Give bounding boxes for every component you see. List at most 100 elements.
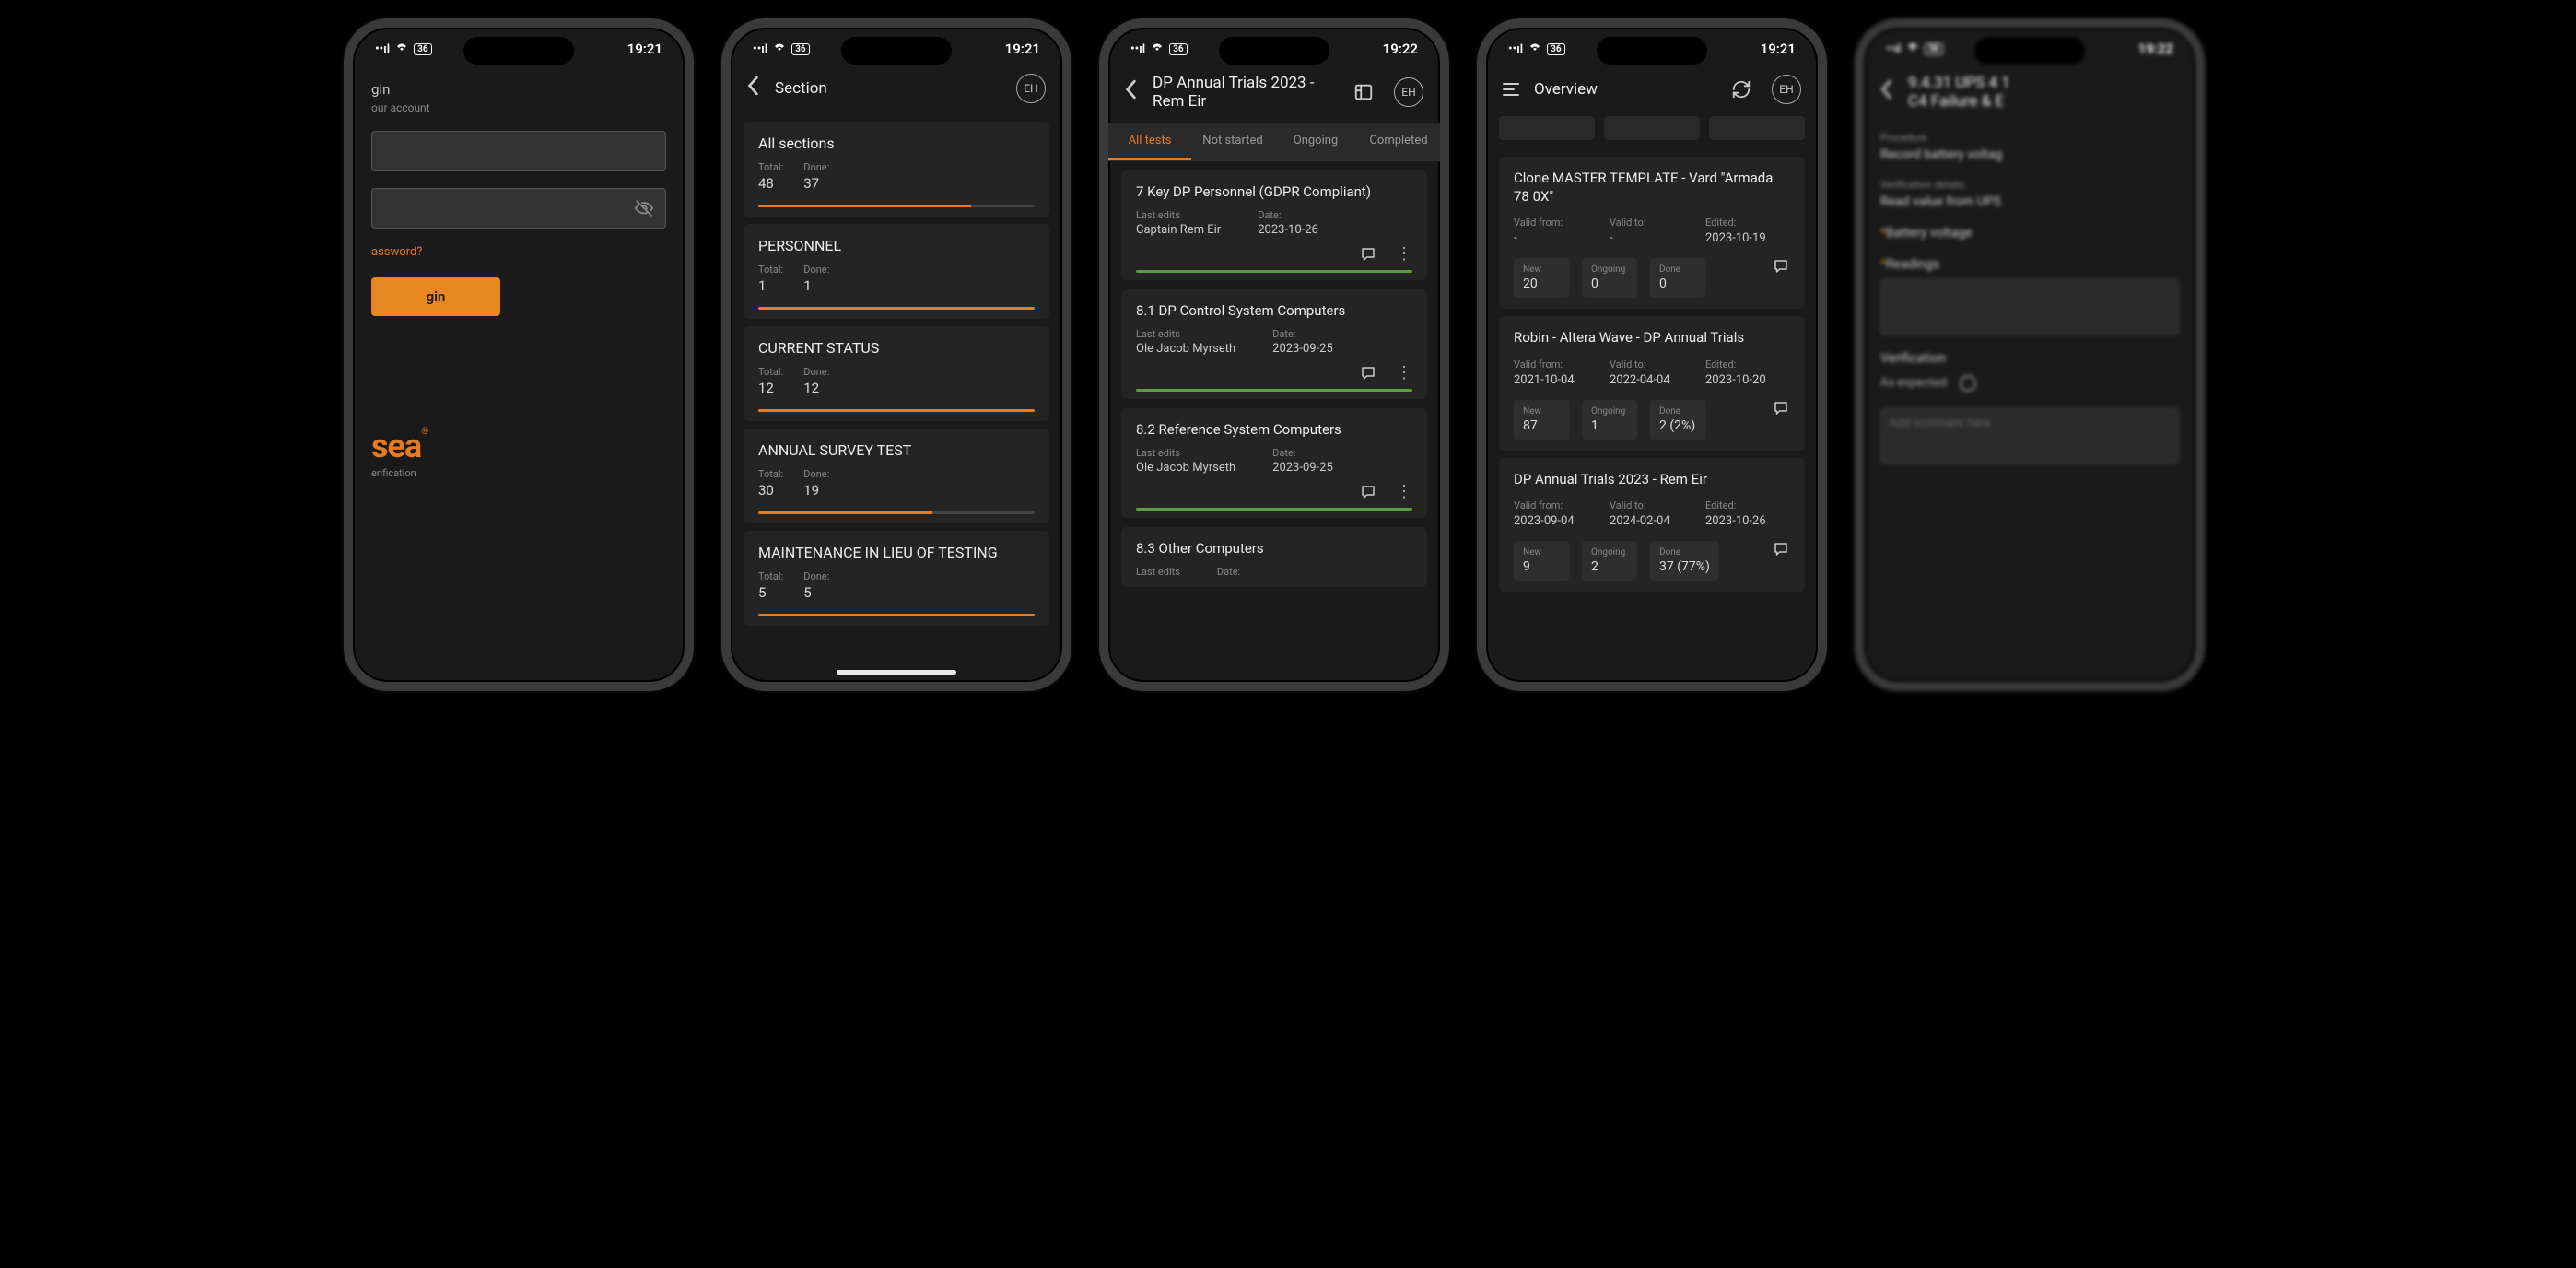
total-label: Total: — [758, 366, 783, 378]
edited-label: Edited: — [1705, 499, 1779, 511]
total-value: 30 — [758, 482, 783, 499]
phone-tests: ••ıl 36 19:22 DP Annual Trials 2023 - Re… — [1099, 18, 1449, 691]
last-edits-value: Captain Rem Eir — [1136, 223, 1221, 237]
password-field[interactable] — [371, 188, 666, 229]
more-icon[interactable]: ⋮ — [1396, 252, 1412, 256]
section-card[interactable]: MAINTENANCE IN LIEU OF TESTING Total:5 D… — [744, 531, 1049, 626]
more-icon[interactable]: ⋮ — [1396, 489, 1412, 494]
comment-icon[interactable] — [1772, 258, 1790, 275]
battery-voltage-label: Battery voltage — [1886, 226, 1972, 241]
tab-all-tests[interactable]: All tests — [1108, 123, 1191, 160]
comment-icon[interactable] — [1772, 541, 1790, 558]
clock: 19:22 — [2138, 41, 2173, 57]
comment-input[interactable]: Add comment here — [1880, 408, 2179, 464]
back-button[interactable] — [1125, 79, 1138, 105]
test-card[interactable]: 7 Key DP Personnel (GDPR Compliant) Last… — [1121, 170, 1427, 280]
refresh-button[interactable] — [1726, 74, 1757, 105]
notch — [841, 37, 952, 65]
total-label: Total: — [758, 264, 783, 276]
edited-label: Edited: — [1705, 358, 1779, 370]
valid-from-label: Valid from: — [1514, 499, 1587, 511]
clock: 19:21 — [1761, 41, 1796, 57]
last-edits-label: Last edits — [1136, 566, 1180, 578]
notch — [1219, 37, 1329, 65]
clock: 19:21 — [1005, 41, 1040, 57]
edited-value: 2023-10-26 — [1705, 514, 1779, 528]
test-card[interactable]: 8.2 Reference System Computers Last edit… — [1121, 408, 1427, 518]
avatar[interactable]: EH — [1016, 74, 1046, 103]
new-stat: New9 — [1514, 541, 1569, 581]
header: Overview EH — [1486, 63, 1818, 116]
edited-value: 2023-10-20 — [1705, 373, 1779, 387]
readings-input[interactable] — [1880, 279, 2179, 335]
notch — [1974, 37, 2085, 65]
progress-bar — [1136, 508, 1412, 511]
brand-tagline: erification — [371, 467, 666, 479]
comment-icon[interactable] — [1359, 484, 1377, 500]
edited-label: Edited: — [1705, 217, 1779, 229]
as-expected-radio[interactable] — [1960, 375, 1976, 392]
progress-bar — [1136, 270, 1412, 273]
eye-off-icon[interactable] — [634, 198, 654, 218]
section-card[interactable]: CURRENT STATUS Total:12 Done:12 — [744, 326, 1049, 421]
signal-icon: ••ıl — [753, 42, 767, 56]
comment-icon[interactable] — [1359, 246, 1377, 263]
header: DP Annual Trials 2023 - Rem Eir EH — [1108, 63, 1440, 123]
as-expected-label: As expected: — [1880, 376, 1949, 390]
total-value: 12 — [758, 380, 783, 396]
login-button[interactable]: gin — [371, 277, 500, 316]
section-card-title: CURRENT STATUS — [758, 339, 1035, 357]
overview-card[interactable]: Robin - Altera Wave - DP Annual Trials V… — [1499, 316, 1805, 451]
tab-ongoing[interactable]: Ongoing — [1274, 123, 1357, 160]
tab-completed[interactable]: Completed — [1357, 123, 1440, 160]
brand-logo: sea® erification — [371, 427, 666, 479]
avatar[interactable]: EH — [1394, 77, 1423, 107]
back-button[interactable] — [747, 76, 760, 101]
section-card[interactable]: All sections Total:48 Done:37 — [744, 122, 1049, 217]
valid-to-label: Valid to: — [1610, 358, 1683, 370]
section-card[interactable]: ANNUAL SURVEY TEST Total:30 Done:19 — [744, 429, 1049, 523]
clock: 19:21 — [627, 41, 662, 57]
ongoing-stat: Ongoing0 — [1582, 258, 1637, 298]
email-field[interactable] — [371, 131, 666, 171]
forgot-password-link[interactable]: assword? — [371, 245, 666, 259]
battery-icon: 36 — [1547, 43, 1564, 55]
layout-toggle-button[interactable] — [1348, 76, 1379, 108]
ongoing-stat: Ongoing2 — [1582, 541, 1637, 581]
comment-icon[interactable] — [1772, 400, 1790, 417]
procedure-block: Procedure Record battery voltag — [1880, 132, 2179, 162]
login-subtitle: our account — [371, 101, 666, 114]
date-label: Date: — [1272, 328, 1333, 340]
brand-name: sea — [371, 427, 421, 465]
last-edits-label: Last edits — [1136, 328, 1235, 340]
procedure-value: Record battery voltag — [1880, 147, 2179, 162]
avatar[interactable]: EH — [1772, 75, 1801, 104]
tab-not-started[interactable]: Not started — [1191, 123, 1274, 160]
test-title: 8.2 Reference System Computers — [1136, 421, 1412, 438]
signal-icon: ••ıl — [1886, 42, 1901, 56]
overview-card[interactable]: DP Annual Trials 2023 - Rem Eir Valid fr… — [1499, 458, 1805, 593]
new-stat: New20 — [1514, 258, 1569, 298]
test-card[interactable]: 8.1 DP Control System Computers Last edi… — [1121, 289, 1427, 399]
back-button[interactable] — [1880, 79, 1893, 105]
overview-card[interactable]: Clone MASTER TEMPLATE - Vard "Armada 78 … — [1499, 157, 1805, 309]
more-icon[interactable]: ⋮ — [1396, 370, 1412, 375]
done-label: Done: — [803, 570, 829, 582]
test-card[interactable]: 8.3 Other Computers Last edits Date: — [1121, 527, 1427, 587]
section-card[interactable]: PERSONNEL Total:1 Done:1 — [744, 224, 1049, 319]
done-value: 5 — [803, 584, 829, 601]
progress-bar — [758, 307, 1035, 310]
menu-icon[interactable] — [1503, 83, 1519, 96]
last-edits-value: Ole Jacob Myrseth — [1136, 461, 1235, 475]
verification-details-block: Verification details: Read value from UP… — [1880, 179, 2179, 209]
done-label: Done: — [803, 366, 829, 378]
done-label: Done: — [803, 161, 829, 173]
verification-details-label: Verification details: — [1880, 179, 2179, 191]
valid-from-label: Valid from: — [1514, 358, 1587, 370]
battery-voltage-field: *Battery voltage — [1880, 226, 2179, 241]
phone-section: ••ıl 36 19:21 Section EH All sections To… — [721, 18, 1071, 691]
notch — [463, 37, 574, 65]
comment-icon[interactable] — [1359, 365, 1377, 382]
wifi-icon — [1528, 41, 1542, 56]
header: 9.4.31 UPS 4 1 C4 Failure & E — [1864, 63, 2195, 123]
